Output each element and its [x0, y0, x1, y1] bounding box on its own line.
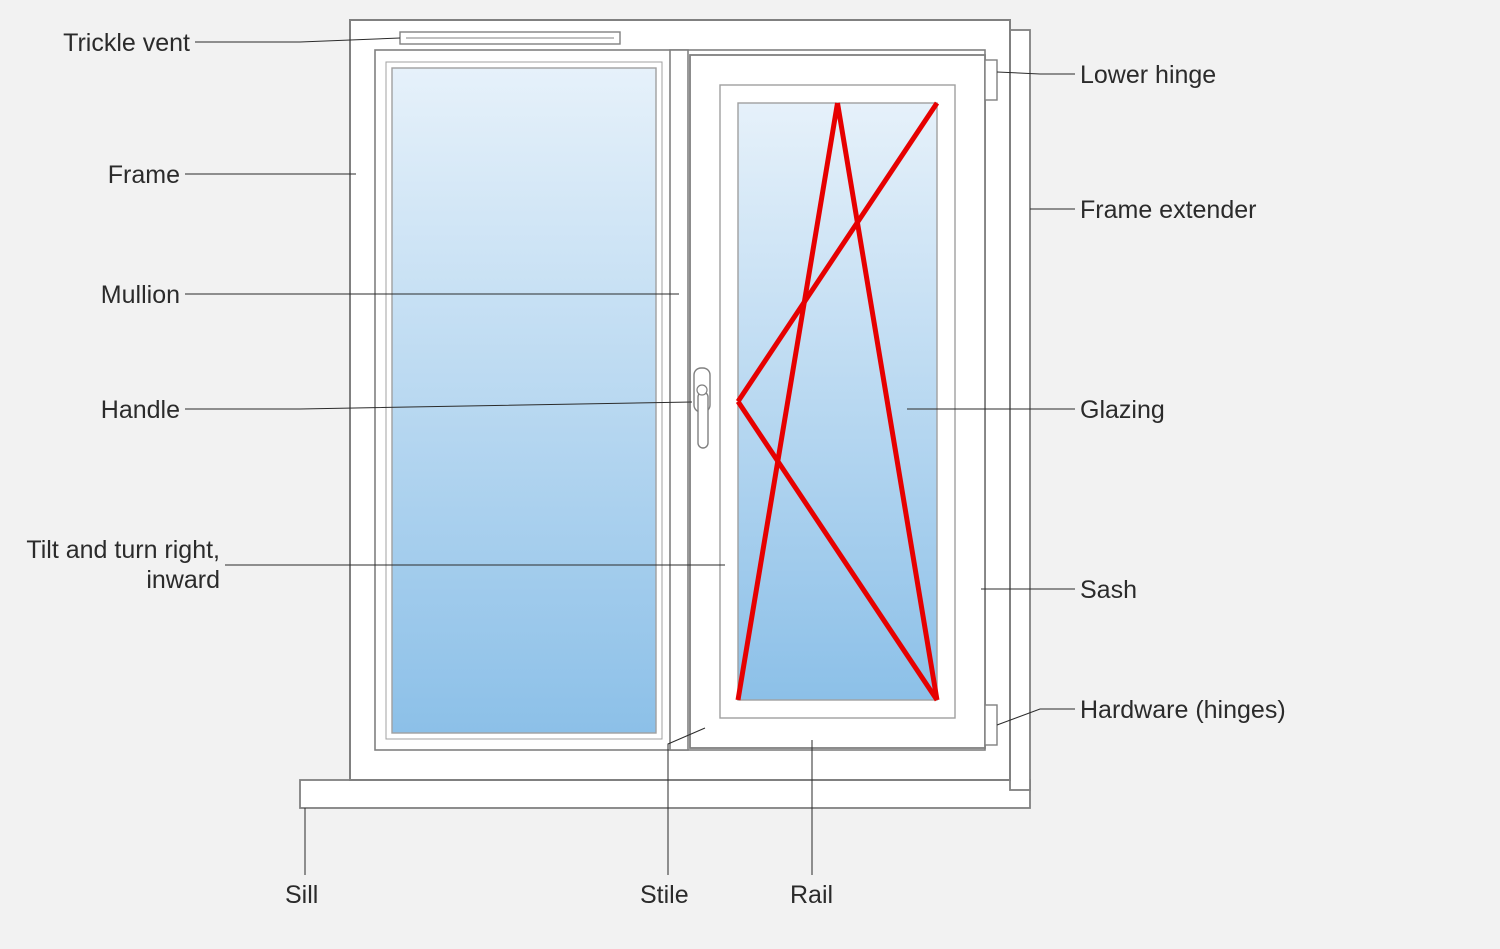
label-stile: Stile: [640, 880, 689, 910]
handle-pivot: [697, 385, 707, 395]
handle-lever: [698, 392, 708, 448]
hinge-bottom: [985, 705, 997, 745]
label-rail: Rail: [790, 880, 833, 910]
label-hardware: Hardware (hinges): [1080, 695, 1286, 725]
right-glazing: [738, 103, 937, 700]
label-tilt-turn-line1: Tilt and turn right,: [26, 536, 220, 564]
label-frame: Frame: [108, 160, 180, 190]
label-handle: Handle: [101, 395, 180, 425]
label-tilt-turn-line2: inward: [146, 566, 220, 594]
label-trickle-vent: Trickle vent: [63, 28, 190, 58]
mullion: [670, 50, 688, 750]
window-illustration: [0, 0, 1500, 949]
label-glazing: Glazing: [1080, 395, 1165, 425]
label-sash: Sash: [1080, 575, 1137, 605]
diagram-stage: Trickle vent Frame Mullion Handle Tilt a…: [0, 0, 1500, 949]
label-frame-extender: Frame extender: [1080, 195, 1256, 225]
frame-extender: [1010, 30, 1030, 790]
label-mullion: Mullion: [101, 280, 180, 310]
label-sill: Sill: [285, 880, 318, 910]
label-lower-hinge: Lower hinge: [1080, 60, 1216, 90]
left-glazing: [392, 68, 656, 733]
label-tilt-turn: Tilt and turn right, inward: [26, 535, 220, 595]
sill: [300, 780, 1030, 808]
hinge-top: [985, 60, 997, 100]
